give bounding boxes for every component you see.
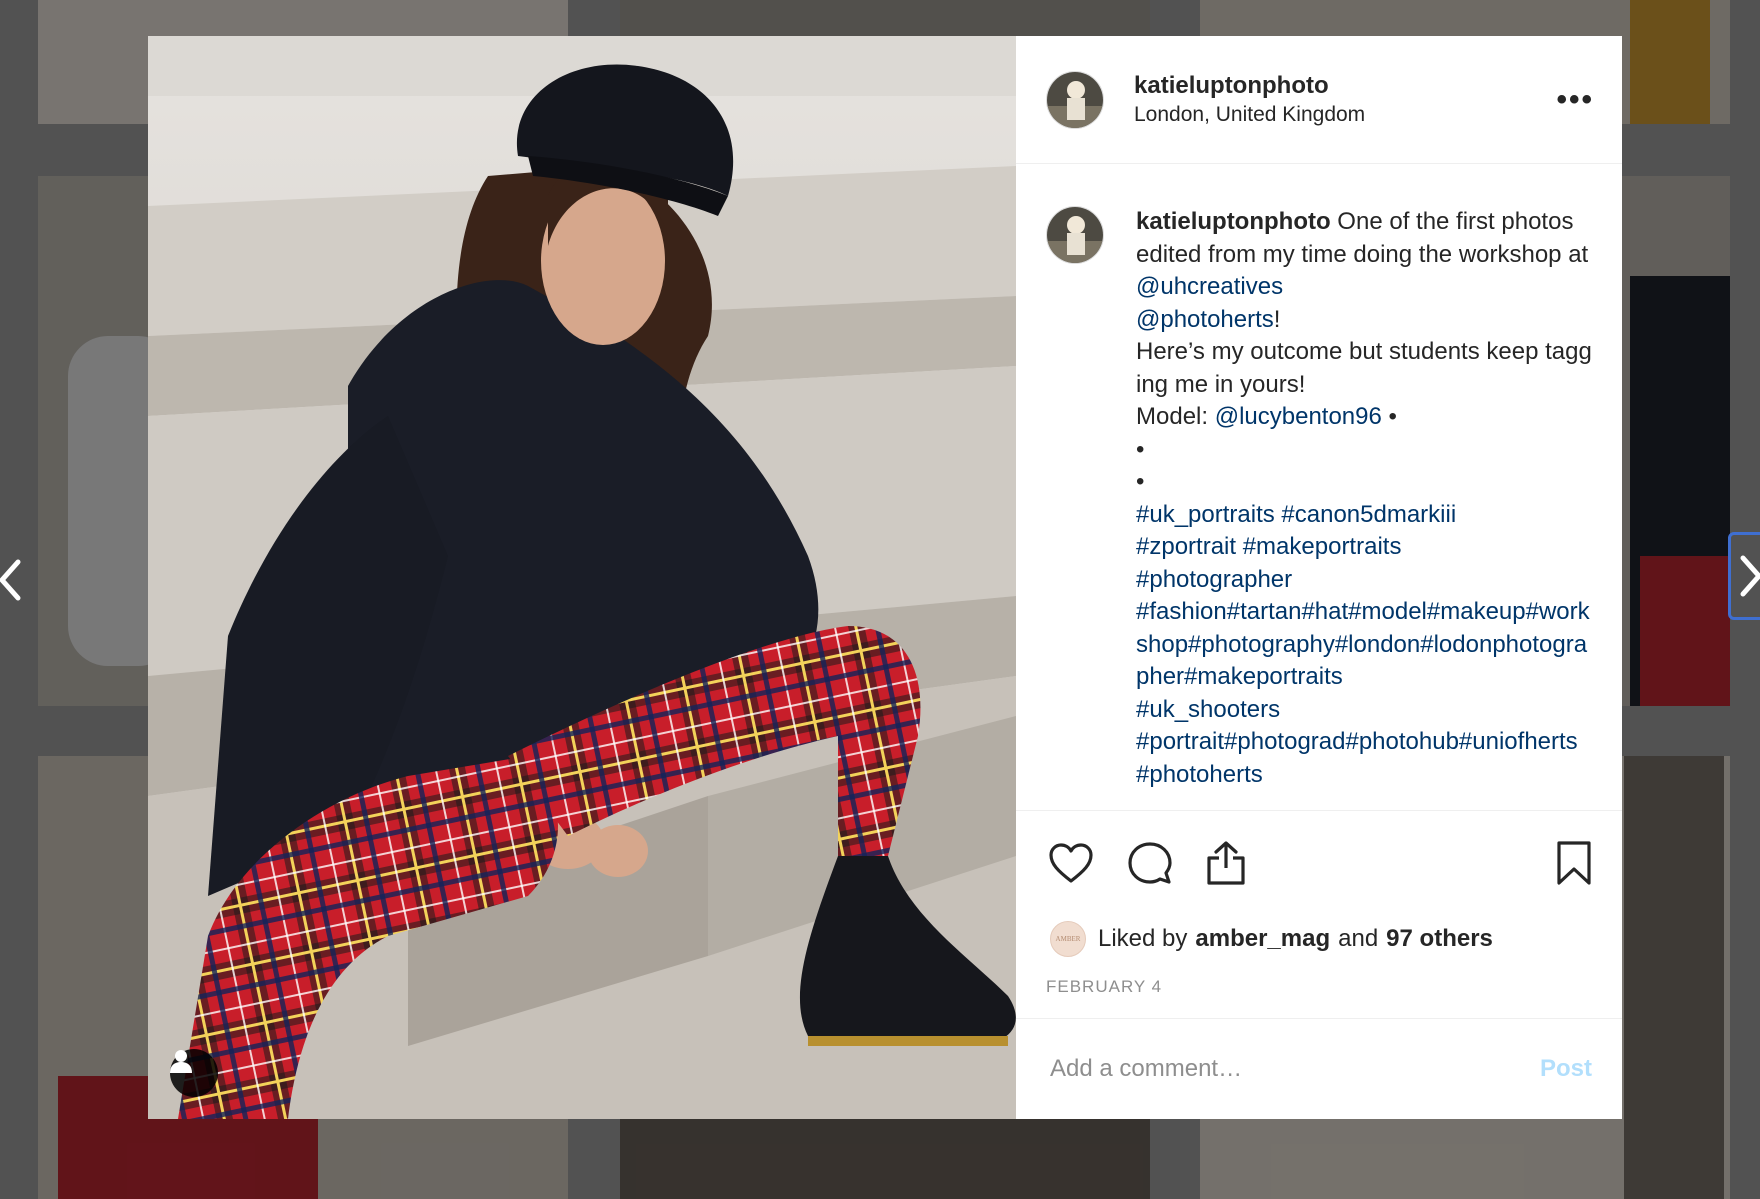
caption-text: ! [1273, 305, 1281, 333]
caption-text: Here’s my outcome but students keep tagg… [1136, 338, 1592, 398]
author-avatar[interactable] [1046, 70, 1104, 129]
caption-bullet: • [1136, 468, 1145, 495]
avatar-image [1047, 207, 1103, 263]
chevron-left-icon [0, 559, 21, 601]
liker-username[interactable]: amber_mag [1195, 925, 1330, 953]
liker-avatar-text: AMBER [1055, 935, 1081, 943]
author-username[interactable]: katieluptonphoto [1134, 71, 1556, 101]
hashtag-link[interactable]: #portrait#photograd#photohub#uniofherts … [1136, 726, 1592, 791]
hashtag-link[interactable]: #zportrait #makeportraits [1136, 531, 1592, 564]
post-modal: katieluptonphoto London, United Kingdom … [148, 36, 1622, 1119]
post-photo[interactable] [148, 36, 1016, 1119]
mention-link[interactable]: @uhcreatives [1136, 273, 1283, 300]
likes-summary: AMBER Liked by amber_mag and 97 others [1016, 915, 1622, 963]
chevron-right-icon [1740, 555, 1760, 597]
likes-middle: and [1338, 925, 1379, 952]
hashtag-link[interactable]: #fashion#tartan#hat#model#makeup#worksho… [1136, 596, 1592, 694]
user-tag-icon [170, 1050, 192, 1073]
action-bar [1016, 811, 1622, 915]
mention-link[interactable]: @lucybenton96 [1215, 403, 1382, 430]
tagged-users-button[interactable] [170, 1049, 218, 1097]
post-comment-button[interactable]: Post [1540, 1055, 1592, 1083]
caption-text: • [1381, 403, 1397, 430]
comment-form: Post [1016, 1019, 1622, 1119]
post-date[interactable]: FEBRUARY 4 [1016, 963, 1622, 1019]
caption-bullet: • [1136, 435, 1145, 463]
caption-author-avatar[interactable] [1046, 206, 1104, 264]
likes-prefix: Liked by [1098, 925, 1188, 952]
comment-icon [1128, 842, 1172, 884]
caption-username[interactable]: katieluptonphoto [1136, 208, 1331, 235]
save-button[interactable] [1556, 840, 1592, 886]
photo-illustration [148, 36, 1016, 1119]
previous-post-button[interactable] [0, 540, 30, 620]
share-icon [1207, 841, 1245, 885]
more-options-button[interactable]: ••• [1556, 84, 1594, 114]
bookmark-icon [1557, 841, 1591, 885]
like-button[interactable] [1048, 842, 1094, 884]
mention-link[interactable]: @photoherts [1136, 306, 1274, 333]
likes-others-link[interactable]: 97 others [1386, 925, 1493, 953]
caption-text: Model: [1136, 403, 1215, 430]
comment-input[interactable] [1050, 1055, 1540, 1083]
heart-icon [1049, 843, 1093, 883]
post-location[interactable]: London, United Kingdom [1134, 101, 1556, 129]
hashtag-link[interactable]: #uk_portraits #canon5dmarkiii [1136, 499, 1592, 532]
share-button[interactable] [1206, 840, 1246, 886]
post-caption: katieluptonphoto One of the first photos… [1136, 206, 1592, 810]
liker-avatar[interactable]: AMBER [1050, 921, 1086, 957]
next-post-button[interactable] [1728, 532, 1760, 620]
hashtag-link[interactable]: #uk_shooters [1136, 694, 1592, 727]
caption-area: katieluptonphoto One of the first photos… [1016, 164, 1622, 811]
hashtag-link[interactable]: #photographer [1136, 564, 1592, 597]
comment-button[interactable] [1128, 841, 1172, 885]
post-header: katieluptonphoto London, United Kingdom … [1016, 36, 1622, 164]
avatar-image [1047, 71, 1103, 128]
post-side-panel: katieluptonphoto London, United Kingdom … [1016, 36, 1622, 1119]
